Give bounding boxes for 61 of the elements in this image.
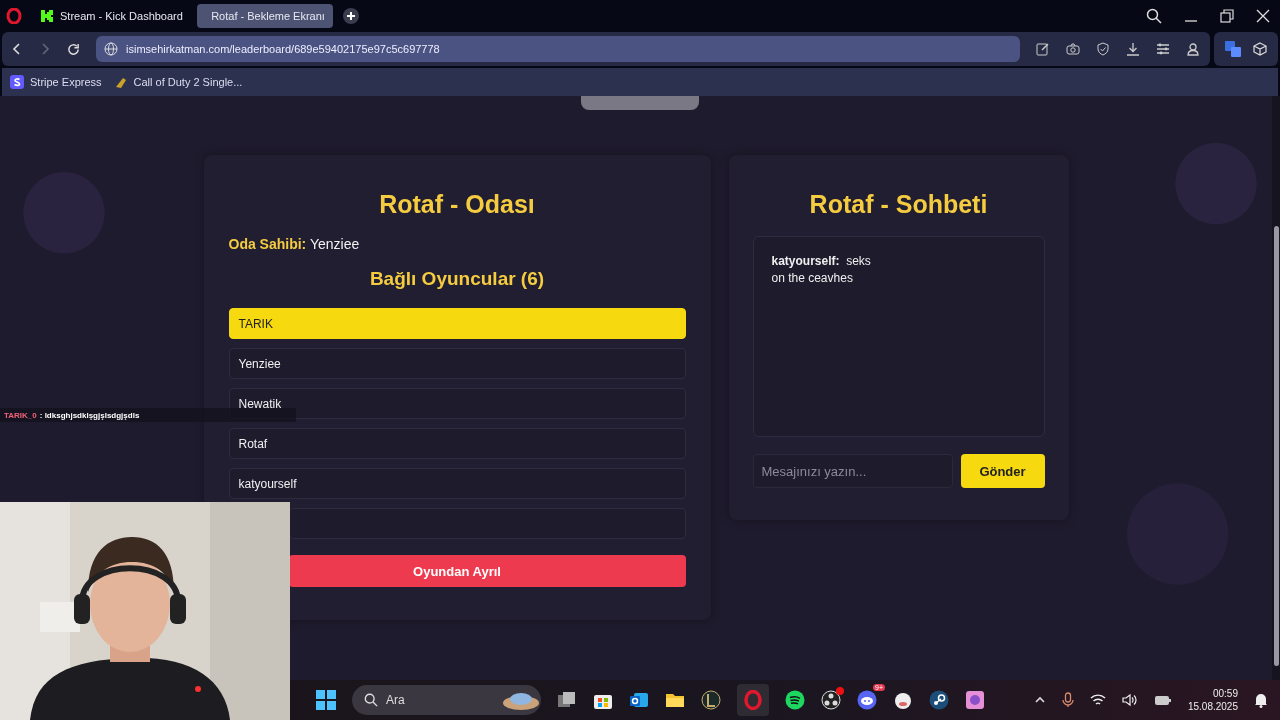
bookmark-favicon-icon [113, 75, 128, 89]
taskbar-search[interactable]: Ara [352, 685, 541, 715]
search-icon [364, 693, 378, 707]
s-logo-icon [10, 75, 24, 89]
wifi-icon[interactable] [1089, 693, 1106, 707]
address-bar[interactable]: isimsehirkatman.com/leaderboard/689e59402175e97c5c697778 [96, 36, 1020, 62]
edit-icon[interactable] [1036, 42, 1050, 56]
alert-dot [836, 687, 844, 695]
bookmark[interactable]: Stripe Express [10, 75, 102, 89]
browser-logo-icon [743, 690, 763, 710]
volume-icon[interactable] [1121, 693, 1138, 707]
browser-tab[interactable]: Stream - Kick Dashboard [32, 4, 191, 28]
room-title: Rotaf - Odası [378, 190, 536, 219]
player-row[interactable]: Rotaf [228, 428, 686, 459]
battery-icon[interactable] [1153, 693, 1172, 707]
player-row[interactable]: TARIK [228, 308, 686, 339]
music-app-icon[interactable] [785, 690, 805, 710]
download-icon[interactable] [1126, 42, 1140, 56]
cube-icon[interactable] [1253, 42, 1267, 56]
notification-bell-icon[interactable] [1254, 692, 1268, 708]
new-tab-button[interactable] [342, 8, 359, 24]
restore-icon[interactable] [1220, 9, 1234, 23]
player-row[interactable]: katyourself [228, 468, 686, 499]
forward-icon[interactable] [39, 43, 51, 55]
browser-taskbar-button[interactable] [737, 684, 769, 716]
start-icon[interactable] [316, 690, 336, 710]
browser-logo-icon[interactable] [6, 8, 22, 24]
task-view-icon[interactable] [557, 690, 577, 710]
steam-icon[interactable] [929, 690, 949, 710]
game-app-icon[interactable] [965, 690, 985, 710]
chat-title: Rotaf - Sohbeti [808, 190, 989, 219]
players-heading: Bağlı Oyuncular (6) [368, 268, 546, 290]
chat-app-icon[interactable] [857, 690, 877, 710]
plus-icon [345, 11, 356, 21]
send-button[interactable]: Gönder [960, 454, 1045, 488]
clock-date[interactable]: 15.08.2025 [1187, 700, 1238, 713]
mail-icon[interactable] [629, 690, 649, 710]
sliders-icon[interactable] [1156, 42, 1170, 56]
browser-tab[interactable]: Rotaf - Bekleme Ekranı [196, 4, 333, 28]
k-logo-icon [40, 9, 54, 23]
mascot-app-icon[interactable] [893, 690, 913, 710]
close-icon[interactable] [1256, 9, 1270, 23]
bookmark[interactable]: Call of Duty 2 Single... [113, 75, 243, 89]
chat-message: katyourself: seks on the ceavhes [771, 253, 872, 287]
back-icon[interactable] [11, 43, 23, 55]
game-launcher-icon[interactable] [701, 690, 721, 710]
player-row[interactable]: Newatik [228, 388, 686, 419]
message-input[interactable]: Mesajınızı yazın... [752, 454, 953, 488]
profile-icon[interactable] [1186, 42, 1200, 56]
room-owner: Oda Sahibi: Yenziee [228, 236, 361, 252]
clock-time[interactable]: 00:59 [1212, 687, 1238, 700]
search-icon[interactable] [1146, 8, 1162, 24]
reload-icon[interactable] [67, 42, 80, 56]
recorder-icon[interactable] [821, 690, 841, 710]
stream-chat-message: TARIK_0 : ldksghjsdklşgjşlsdgjşdls [0, 408, 296, 422]
shield-icon[interactable] [1096, 42, 1110, 56]
translate-icon[interactable] [1225, 41, 1241, 57]
leave-game-button[interactable]: Oyundan Ayrıl [288, 555, 686, 587]
player-row[interactable]: Yenziee [228, 348, 686, 379]
camera-icon[interactable] [1066, 42, 1080, 56]
microphone-icon[interactable] [1061, 692, 1074, 708]
